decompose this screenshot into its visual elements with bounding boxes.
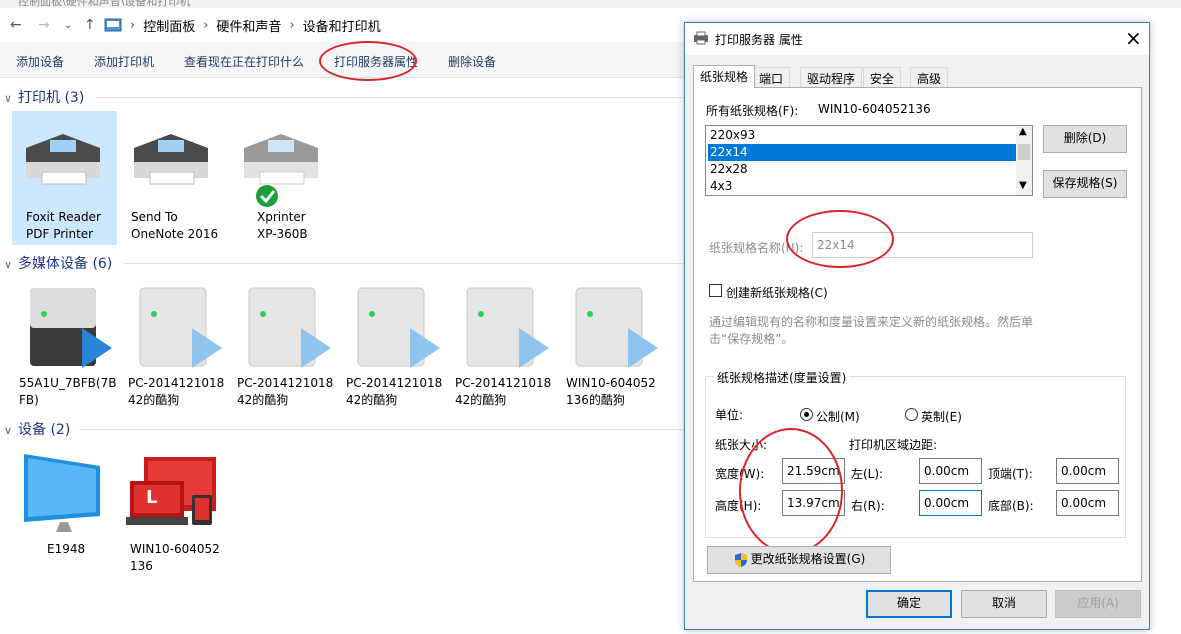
media-server-icon bbox=[466, 287, 549, 368]
left-margin-input[interactable]: 0.00cm bbox=[919, 458, 982, 484]
forward-arrow-icon[interactable]: → bbox=[38, 17, 50, 33]
dialog-title: 打印服务器 属性 bbox=[715, 33, 803, 47]
top-margin-label: 顶端(T): bbox=[988, 467, 1033, 481]
media-label[interactable]: PC-2014121018 42的酷狗 bbox=[237, 375, 333, 409]
see-whats-printing-button[interactable]: 查看现在正在打印什么 bbox=[184, 53, 304, 70]
breadcrumb-control-panel[interactable]: 控制面板 bbox=[143, 16, 195, 35]
scroll-thumb[interactable] bbox=[1018, 144, 1030, 160]
up-arrow-icon[interactable]: ↑ bbox=[84, 17, 96, 33]
change-form-settings-label: 更改纸张规格设置(G) bbox=[750, 552, 866, 566]
media-server-icon bbox=[139, 287, 222, 368]
delete-button[interactable]: 删除(D) bbox=[1043, 125, 1127, 153]
media-label[interactable]: PC-2014121018 42的酷狗 bbox=[128, 375, 224, 409]
margins-label: 打印机区域边距: bbox=[849, 438, 938, 452]
printer-label[interactable]: Send To OneNote 2016 bbox=[131, 209, 218, 243]
bottom-margin-label: 底部(B): bbox=[988, 499, 1034, 513]
media-label[interactable]: PC-2014121018 42的酷狗 bbox=[455, 375, 551, 409]
tab-security[interactable]: 安全 bbox=[863, 67, 902, 87]
group-header-devices[interactable]: ∨ 设备 (2) bbox=[4, 419, 70, 439]
computer-icon bbox=[126, 457, 216, 525]
media-server-icon bbox=[575, 287, 658, 368]
close-icon[interactable]: × bbox=[1125, 26, 1142, 50]
remove-device-button[interactable]: 删除设备 bbox=[448, 53, 496, 70]
device-label[interactable]: WIN10-604052 136 bbox=[130, 541, 220, 575]
forms-listbox[interactable]: 220x93 22x14 22x28 4x3 ▲ ▼ bbox=[705, 125, 1033, 196]
printer-icon bbox=[694, 31, 708, 45]
list-item[interactable]: 22x28 bbox=[708, 161, 1016, 178]
english-radio[interactable] bbox=[905, 408, 918, 421]
media-label[interactable]: WIN10-604052 136的酷狗 bbox=[566, 375, 656, 409]
printer-icon bbox=[26, 134, 100, 185]
create-new-label: 创建新纸张规格(C) bbox=[726, 286, 828, 300]
print-server-properties-dialog: 打印服务器 属性 × 纸张规格 端口 驱动程序 安全 高级 所有纸张规格(F):… bbox=[684, 22, 1150, 630]
uac-shield-icon bbox=[735, 553, 747, 567]
printer-label: Foxit Reader PDF Printer bbox=[26, 210, 101, 241]
printer-label[interactable]: Xprinter XP-360B bbox=[257, 209, 308, 243]
save-form-button[interactable]: 保存规格(S) bbox=[1043, 170, 1127, 198]
scroll-up-icon[interactable]: ▲ bbox=[1019, 126, 1027, 137]
tab-forms[interactable]: 纸张规格 bbox=[693, 65, 756, 88]
media-server-icon bbox=[248, 287, 331, 368]
group-divider bbox=[124, 263, 686, 264]
listbox-scrollbar[interactable]: ▲ ▼ bbox=[1016, 126, 1032, 195]
device-label[interactable]: E1948 bbox=[47, 541, 85, 558]
window-title: 控制面板\硬件和声音\设备和打印机 bbox=[18, 0, 191, 8]
cancel-button[interactable]: 取消 bbox=[961, 590, 1047, 618]
add-device-button[interactable]: 添加设备 bbox=[16, 53, 64, 70]
breadcrumb-hardware-sound[interactable]: 硬件和声音 bbox=[216, 16, 281, 35]
forms-panel: 所有纸张规格(F): WIN10-604052136 220x93 22x14 … bbox=[693, 87, 1142, 582]
tab-advanced[interactable]: 高级 bbox=[910, 67, 949, 87]
printer-icon bbox=[244, 134, 318, 207]
annotation-circle-size bbox=[739, 428, 843, 554]
create-new-checkbox[interactable] bbox=[709, 284, 722, 297]
ok-button[interactable]: 确定 bbox=[866, 590, 952, 618]
monitor-letter: L bbox=[146, 487, 158, 508]
right-margin-input[interactable]: 0.00cm bbox=[919, 490, 982, 516]
default-checkmark-icon bbox=[256, 185, 278, 207]
media-label[interactable]: 55A1U_7BFB(7B FB) bbox=[19, 375, 116, 409]
media-server-icon bbox=[357, 287, 440, 368]
apply-button[interactable]: 应用(A) bbox=[1055, 590, 1141, 618]
control-panel-icon bbox=[104, 18, 122, 32]
english-label: 英制(E) bbox=[921, 410, 962, 424]
top-margin-input[interactable]: 0.00cm bbox=[1056, 458, 1119, 484]
all-forms-label: 所有纸张规格(F): bbox=[706, 104, 799, 118]
tab-ports[interactable]: 端口 bbox=[752, 67, 791, 87]
annotation-circle-form-name bbox=[786, 210, 894, 268]
annotation-circle-toolbar bbox=[319, 41, 417, 81]
monitor-icon bbox=[24, 454, 100, 532]
media-server-icon bbox=[30, 288, 112, 368]
breadcrumb-devices-printers[interactable]: 设备和打印机 bbox=[303, 16, 381, 35]
hint-text: 通过编辑现有的名称和度量设置来定义新的纸张规格。然后单击“保存规格”。 bbox=[709, 315, 1034, 346]
metric-label: 公制(M) bbox=[816, 410, 860, 424]
list-item[interactable]: 220x93 bbox=[708, 127, 1016, 144]
scroll-down-icon[interactable]: ▼ bbox=[1019, 180, 1027, 191]
units-label: 单位: bbox=[715, 408, 744, 422]
tab-drivers[interactable]: 驱动程序 bbox=[800, 67, 863, 87]
back-arrow-icon[interactable]: ← bbox=[10, 17, 22, 33]
printer-icon bbox=[134, 134, 208, 185]
recent-chevron-icon[interactable]: ⌄ bbox=[64, 20, 72, 31]
group-divider bbox=[96, 97, 686, 98]
dialog-titlebar[interactable]: 打印服务器 属性 × bbox=[685, 23, 1149, 55]
left-margin-label: 左(L): bbox=[851, 467, 884, 481]
form-description-title: 纸张规格描述(度量设置) bbox=[714, 369, 850, 386]
metric-radio[interactable] bbox=[800, 408, 813, 421]
explorer-title-strip: 控制面板\硬件和声音\设备和打印机 bbox=[0, 0, 1181, 8]
bottom-margin-input[interactable]: 0.00cm bbox=[1056, 490, 1119, 516]
list-item[interactable]: 4x3 bbox=[708, 178, 1016, 195]
list-item-selected[interactable]: 22x14 bbox=[708, 144, 1016, 161]
right-margin-label: 右(R): bbox=[851, 499, 885, 513]
group-header-printers[interactable]: ∨ 打印机 (3) bbox=[4, 87, 84, 107]
group-header-media[interactable]: ∨ 多媒体设备 (6) bbox=[4, 253, 112, 273]
add-printer-button[interactable]: 添加打印机 bbox=[94, 53, 154, 70]
media-label[interactable]: PC-2014121018 42的酷狗 bbox=[346, 375, 442, 409]
address-bar[interactable]: › 控制面板 › 硬件和声音 › 设备和打印机 bbox=[104, 13, 704, 37]
change-form-settings-button[interactable]: 更改纸张规格设置(G) bbox=[707, 546, 891, 574]
server-name: WIN10-604052136 bbox=[818, 102, 931, 116]
group-divider bbox=[80, 429, 686, 430]
